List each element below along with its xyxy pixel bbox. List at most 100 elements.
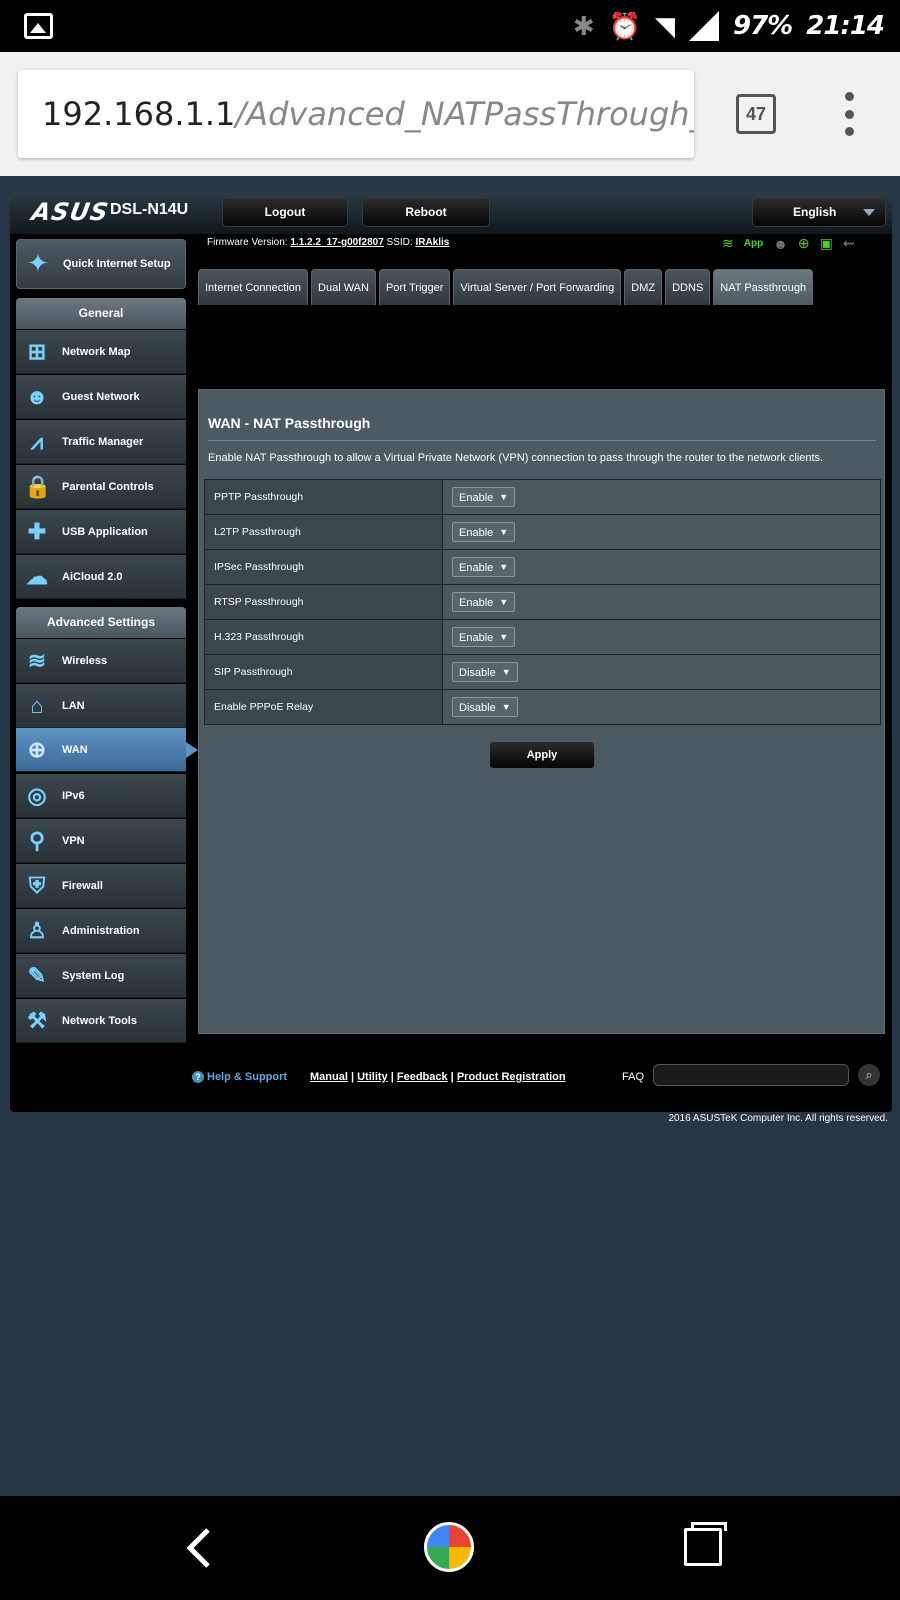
tab-dual-wan[interactable]: Dual WAN (311, 269, 376, 305)
cloud-icon: ☁ (26, 564, 48, 589)
bluetooth-icon: ✱ (572, 11, 595, 41)
content-panel: WAN - NAT Passthrough Enable NAT Passthr… (198, 389, 885, 1034)
quick-internet-setup-button[interactable]: ✦ Quick Internet Setup (16, 239, 186, 289)
faq-label: FAQ (622, 1071, 645, 1083)
sidebar-item-parental-controls[interactable]: 🔒 Parental Controls (16, 465, 186, 509)
sidebar-item-system-log[interactable]: ✎ System Log (16, 954, 186, 998)
apply-button[interactable]: Apply (489, 741, 595, 769)
faq-search-input[interactable] (653, 1064, 849, 1086)
logout-button[interactable]: Logout (222, 197, 348, 227)
router-page: ASUS DSL-N14U Logout Reboot English ✦ Qu… (0, 176, 900, 1496)
footer: ? Help & Support Manual | Utility | Feedb… (10, 1046, 892, 1096)
sidebar-item-network-tools[interactable]: ⚒ Network Tools (16, 999, 186, 1043)
overflow-menu-icon[interactable] (843, 92, 855, 136)
rtsp-passthrough-select[interactable]: Enable ▼ (452, 592, 516, 612)
ssid-link[interactable]: IRAklis (415, 237, 449, 248)
sip-passthrough-select[interactable]: Disable ▼ (452, 662, 518, 682)
sidebar-item-administration[interactable]: ♙ Administration (16, 909, 186, 953)
language-value: English (793, 205, 837, 219)
quick-internet-setup-label: Quick Internet Setup (63, 258, 171, 270)
chevron-down-icon: ▼ (499, 597, 509, 607)
table-row: PPTP Passthrough Enable ▼ (204, 479, 881, 515)
traffic-manager-icon: ⩘ (30, 429, 44, 454)
status-icons: ✱ ⏰ ◥ 97% 21:14 (572, 8, 885, 44)
tab-nat-passthrough[interactable]: NAT Passthrough (713, 269, 814, 305)
url-path: /Advanced_NATPassThrough_Con (235, 95, 694, 133)
model-name: DSL-N14U (110, 201, 189, 218)
passthrough-table: PPTP Passthrough Enable ▼ L2TP Passthrough… (204, 479, 881, 725)
usb-icon[interactable]: ⇜ (843, 235, 855, 252)
firmware-version-link[interactable]: 1.1.2.2_17-g00f2807 (290, 237, 383, 248)
sidebar-item-traffic-manager[interactable]: ⩘ Traffic Manager (16, 420, 186, 464)
chevron-down-icon (863, 209, 875, 216)
back-icon[interactable] (180, 1526, 220, 1570)
row-label: PPTP Passthrough (204, 479, 443, 515)
help-support-link[interactable]: ? Help & Support (192, 1071, 287, 1083)
sidebar-item-ipv6[interactable]: ◎ IPv6 (16, 774, 186, 818)
table-row: IPSec Passthrough Enable ▼ (204, 549, 881, 585)
language-select[interactable]: English (752, 197, 886, 227)
sidebar-item-usb-application[interactable]: ✚ USB Application (16, 510, 186, 554)
pppoe-relay-select[interactable]: Disable ▼ (452, 697, 518, 717)
url-bar[interactable]: 192.168.1.1/Advanced_NATPassThrough_Con (18, 70, 694, 158)
table-row: RTSP Passthrough Enable ▼ (204, 584, 881, 620)
select-value: Disable (459, 667, 496, 679)
manual-link[interactable]: Manual (310, 1071, 348, 1083)
sidebar-item-lan[interactable]: ⌂ LAN (16, 684, 186, 728)
wifi-icon: ◥ (655, 11, 675, 41)
url-host: 192.168.1.1 (42, 95, 236, 133)
internet-status-icon[interactable]: ⊕ (798, 235, 810, 252)
chevron-down-icon: ▼ (499, 492, 509, 502)
search-icon[interactable]: ⌕ (858, 1064, 880, 1086)
sidebar-item-vpn[interactable]: ⚲ VPN (16, 819, 186, 863)
tab-dmz[interactable]: DMZ (624, 269, 663, 305)
reboot-button[interactable]: Reboot (362, 197, 490, 227)
select-value: Disable (459, 702, 496, 714)
feedback-link[interactable]: Feedback (397, 1071, 448, 1083)
wan-tabs: Internet Connection Dual WAN Port Trigge… (198, 269, 814, 305)
pptp-passthrough-select[interactable]: Enable ▼ (452, 487, 516, 507)
tab-ddns[interactable]: DDNS (665, 269, 711, 305)
utility-link[interactable]: Utility (357, 1071, 388, 1083)
asus-logo: ASUS (29, 198, 112, 226)
wps-icon[interactable]: ▣ (820, 235, 833, 252)
ipsec-passthrough-select[interactable]: Enable ▼ (452, 557, 516, 577)
l2tp-passthrough-select[interactable]: Enable ▼ (452, 522, 516, 542)
sidebar-item-wan[interactable]: ⊕ WAN (16, 728, 198, 772)
sidebar-item-aicloud[interactable]: ☁ AiCloud 2.0 (16, 555, 186, 599)
h323-passthrough-select[interactable]: Enable ▼ (452, 627, 516, 647)
signal-icon (689, 11, 719, 41)
app-link[interactable]: App (744, 238, 763, 249)
wifi-icon: ≋ (27, 648, 47, 673)
row-label: SIP Passthrough (204, 654, 443, 690)
wifi-status-icon[interactable]: ≋ (722, 235, 734, 252)
edit-icon: ✎ (27, 963, 47, 988)
sidebar-item-firewall[interactable]: ⛨ Firewall (16, 864, 186, 908)
sidebar-item-network-map[interactable]: ⊞ Network Map (16, 330, 186, 374)
divider (208, 440, 876, 441)
chevron-down-icon: ▼ (499, 527, 509, 537)
tab-virtual-server[interactable]: Virtual Server / Port Forwarding (453, 269, 622, 305)
sidebar-item-wireless[interactable]: ≋ Wireless (16, 639, 186, 683)
product-registration-link[interactable]: Product Registration (457, 1071, 566, 1083)
browser-toolbar: 192.168.1.1/Advanced_NATPassThrough_Con … (0, 52, 900, 176)
tab-switcher-button[interactable]: 47 (736, 94, 776, 134)
sidebar-item-guest-network[interactable]: ☻ Guest Network (16, 375, 186, 419)
chevron-down-icon: ▼ (501, 702, 511, 712)
alarm-icon: ⏰ (608, 11, 641, 41)
tab-port-trigger[interactable]: Port Trigger (378, 269, 451, 305)
page-title: WAN - NAT Passthrough (208, 415, 371, 431)
recent-apps-icon[interactable] (684, 1522, 727, 1566)
chevron-down-icon: ▼ (499, 562, 509, 572)
copyright: 2016 ASUSTeK Computer Inc. All rights re… (668, 1113, 888, 1124)
row-label: L2TP Passthrough (204, 514, 443, 550)
guest-network-icon: ☻ (25, 384, 49, 409)
clients-icon[interactable]: ☻ (773, 236, 788, 252)
select-value: Enable (459, 597, 494, 609)
user-icon: ♙ (27, 918, 47, 943)
magic-wand-icon: ✦ (27, 248, 49, 278)
tab-internet-connection[interactable]: Internet Connection (198, 269, 309, 305)
image-icon (24, 13, 53, 39)
home-button[interactable] (424, 1522, 474, 1572)
network-map-icon: ⊞ (27, 339, 47, 364)
